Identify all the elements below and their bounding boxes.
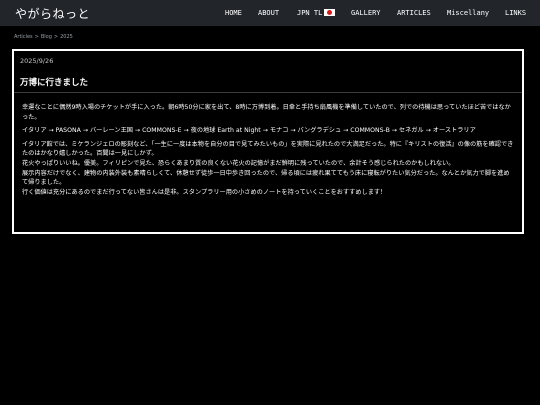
post-paragraph: イタリア館では、ミケランジェロの彫刻など、「一生に一度は本物を自分の目で見てみた… (22, 140, 514, 158)
japan-flag-icon (324, 9, 336, 16)
post-paragraph: 行く価値は充分にあるのでまだ行ってない皆さんは是非。スタンプラリー用の小さめのノ… (22, 188, 387, 196)
post-paragraph: 展示内容だけでなく、建物の内装外装も素晴らしくて、休憩せず徒歩一日中歩き回ったの… (22, 169, 510, 187)
post-paragraph: 花火やっぱりいいね。優美。フィリピンで見た、恐らくあまり質の良くない花火の記憶が… (22, 159, 455, 167)
post-title: 万博に行きました (20, 78, 89, 88)
top-navigation-bar: やがらねっと HOME ABOUT JPN TL GALLERY ARTICLE… (0, 0, 540, 26)
breadcrumb-separator: > (53, 34, 59, 40)
post-paragraph: 幸運なことに偶然9時入場のチケットが手に入った。朝6時50分に家を出て、8時に万… (22, 104, 511, 121)
nav-home[interactable]: HOME (225, 9, 242, 17)
site-title[interactable]: やがらねっと (15, 5, 90, 22)
nav-links[interactable]: LINKS (505, 9, 526, 17)
title-divider (14, 92, 522, 93)
nav-about[interactable]: ABOUT (258, 9, 279, 17)
nav-jpn-tl[interactable]: JPN TL (297, 9, 336, 17)
nav-gallery[interactable]: GALLERY (351, 9, 381, 17)
breadcrumb-articles[interactable]: Articles (14, 34, 33, 40)
nav-jpn-tl-label: JPN TL (297, 9, 323, 17)
nav-miscellany[interactable]: Miscellany (447, 9, 489, 17)
post-route: イタリア → PASONA → バーレーン王国 → COMMONS-E → 夜の… (22, 127, 476, 135)
flag-circle (327, 10, 333, 15)
breadcrumb-current: 2025 (60, 34, 73, 40)
breadcrumb-blog[interactable]: Blog (41, 34, 52, 40)
nav-articles[interactable]: ARTICLES (397, 9, 431, 17)
breadcrumb: Articles > Blog >2025 (14, 34, 75, 40)
post-date: 2025/9/26 (20, 57, 54, 65)
breadcrumb-separator: > (34, 34, 39, 40)
post-card: 2025/9/26 万博に行きました 幸運なことに偶然9時入場のチケットが手に入… (12, 49, 524, 234)
post-body: 幸運なことに偶然9時入場のチケットが手に入った。朝6時50分に家を出て、8時に万… (22, 103, 514, 197)
